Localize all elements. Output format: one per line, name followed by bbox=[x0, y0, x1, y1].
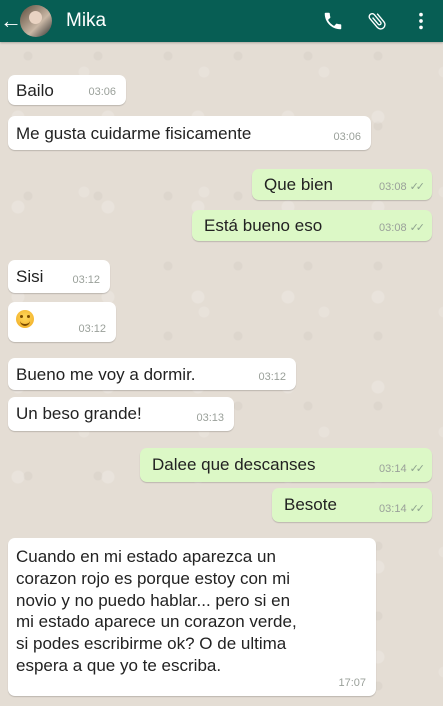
message-bubble[interactable]: Me gusta cuidarme fisicamente 03:06 bbox=[8, 116, 371, 150]
message-time-value: 03:08 bbox=[379, 221, 407, 234]
phone-icon[interactable] bbox=[311, 0, 355, 42]
message-bubble[interactable]: Un beso grande! 03:13 bbox=[8, 397, 234, 431]
message-text: Besote bbox=[284, 495, 337, 514]
read-ticks-icon: ✓✓ bbox=[409, 462, 426, 475]
message-text: Me gusta cuidarme fisicamente bbox=[16, 124, 252, 143]
smiling-face-emoji-icon bbox=[16, 310, 34, 328]
message-time: 03:12 bbox=[258, 370, 286, 383]
message-text: Bueno me voy a dormir. bbox=[16, 365, 196, 384]
message-bubble[interactable]: 03:12 bbox=[8, 302, 116, 342]
message-time: 03:08 ✓✓ bbox=[379, 180, 426, 194]
message-bubble[interactable]: Está bueno eso 03:08 ✓✓ bbox=[192, 210, 432, 241]
message-bubble[interactable]: Sisi 03:12 bbox=[8, 260, 110, 293]
message-time: 17:07 bbox=[338, 676, 366, 689]
message-bubble[interactable]: Cuando en mi estado aparezca un corazon … bbox=[8, 538, 376, 696]
message-text: Un beso grande! bbox=[16, 404, 142, 423]
message-time: 03:08 ✓✓ bbox=[379, 221, 426, 235]
message-bubble[interactable]: Bueno me voy a dormir. 03:12 bbox=[8, 358, 296, 390]
more-vert-icon[interactable] bbox=[399, 0, 443, 42]
message-text: Que bien bbox=[264, 175, 333, 194]
message-bubble[interactable]: Bailo 03:06 bbox=[8, 75, 126, 105]
message-time-value: 03:08 bbox=[379, 180, 407, 193]
message-time: 03:12 bbox=[72, 273, 100, 286]
read-ticks-icon: ✓✓ bbox=[409, 221, 426, 234]
paperclip-icon[interactable] bbox=[355, 0, 399, 42]
message-bubble[interactable]: Dalee que descanses 03:14 ✓✓ bbox=[140, 448, 432, 482]
message-text: Bailo bbox=[16, 81, 54, 100]
back-arrow-icon[interactable]: ← bbox=[0, 0, 22, 42]
message-text: Está bueno eso bbox=[204, 216, 323, 235]
contact-name[interactable]: Mika bbox=[66, 10, 311, 32]
message-time-value: 03:14 bbox=[379, 462, 407, 475]
read-ticks-icon: ✓✓ bbox=[409, 502, 426, 515]
message-bubble[interactable]: Besote 03:14 ✓✓ bbox=[272, 488, 432, 522]
message-bubble[interactable]: Que bien 03:08 ✓✓ bbox=[252, 169, 432, 200]
message-time-value: 03:14 bbox=[379, 502, 407, 515]
message-text: Cuando en mi estado aparezca un corazon … bbox=[16, 547, 297, 675]
message-time: 03:14 ✓✓ bbox=[379, 502, 426, 516]
message-time: 03:14 ✓✓ bbox=[379, 462, 426, 476]
read-ticks-icon: ✓✓ bbox=[409, 180, 426, 193]
message-time: 03:06 bbox=[333, 130, 361, 143]
avatar[interactable] bbox=[20, 5, 52, 37]
message-time: 03:13 bbox=[196, 411, 224, 424]
message-time: 03:06 bbox=[88, 85, 116, 98]
chat-header: ← Mika bbox=[0, 0, 443, 42]
message-text: Sisi bbox=[16, 267, 44, 286]
message-time: 03:12 bbox=[78, 322, 106, 335]
message-text: Dalee que descanses bbox=[152, 455, 316, 474]
message-list[interactable]: Bailo 03:06 Me gusta cuidarme fisicament… bbox=[0, 42, 443, 706]
